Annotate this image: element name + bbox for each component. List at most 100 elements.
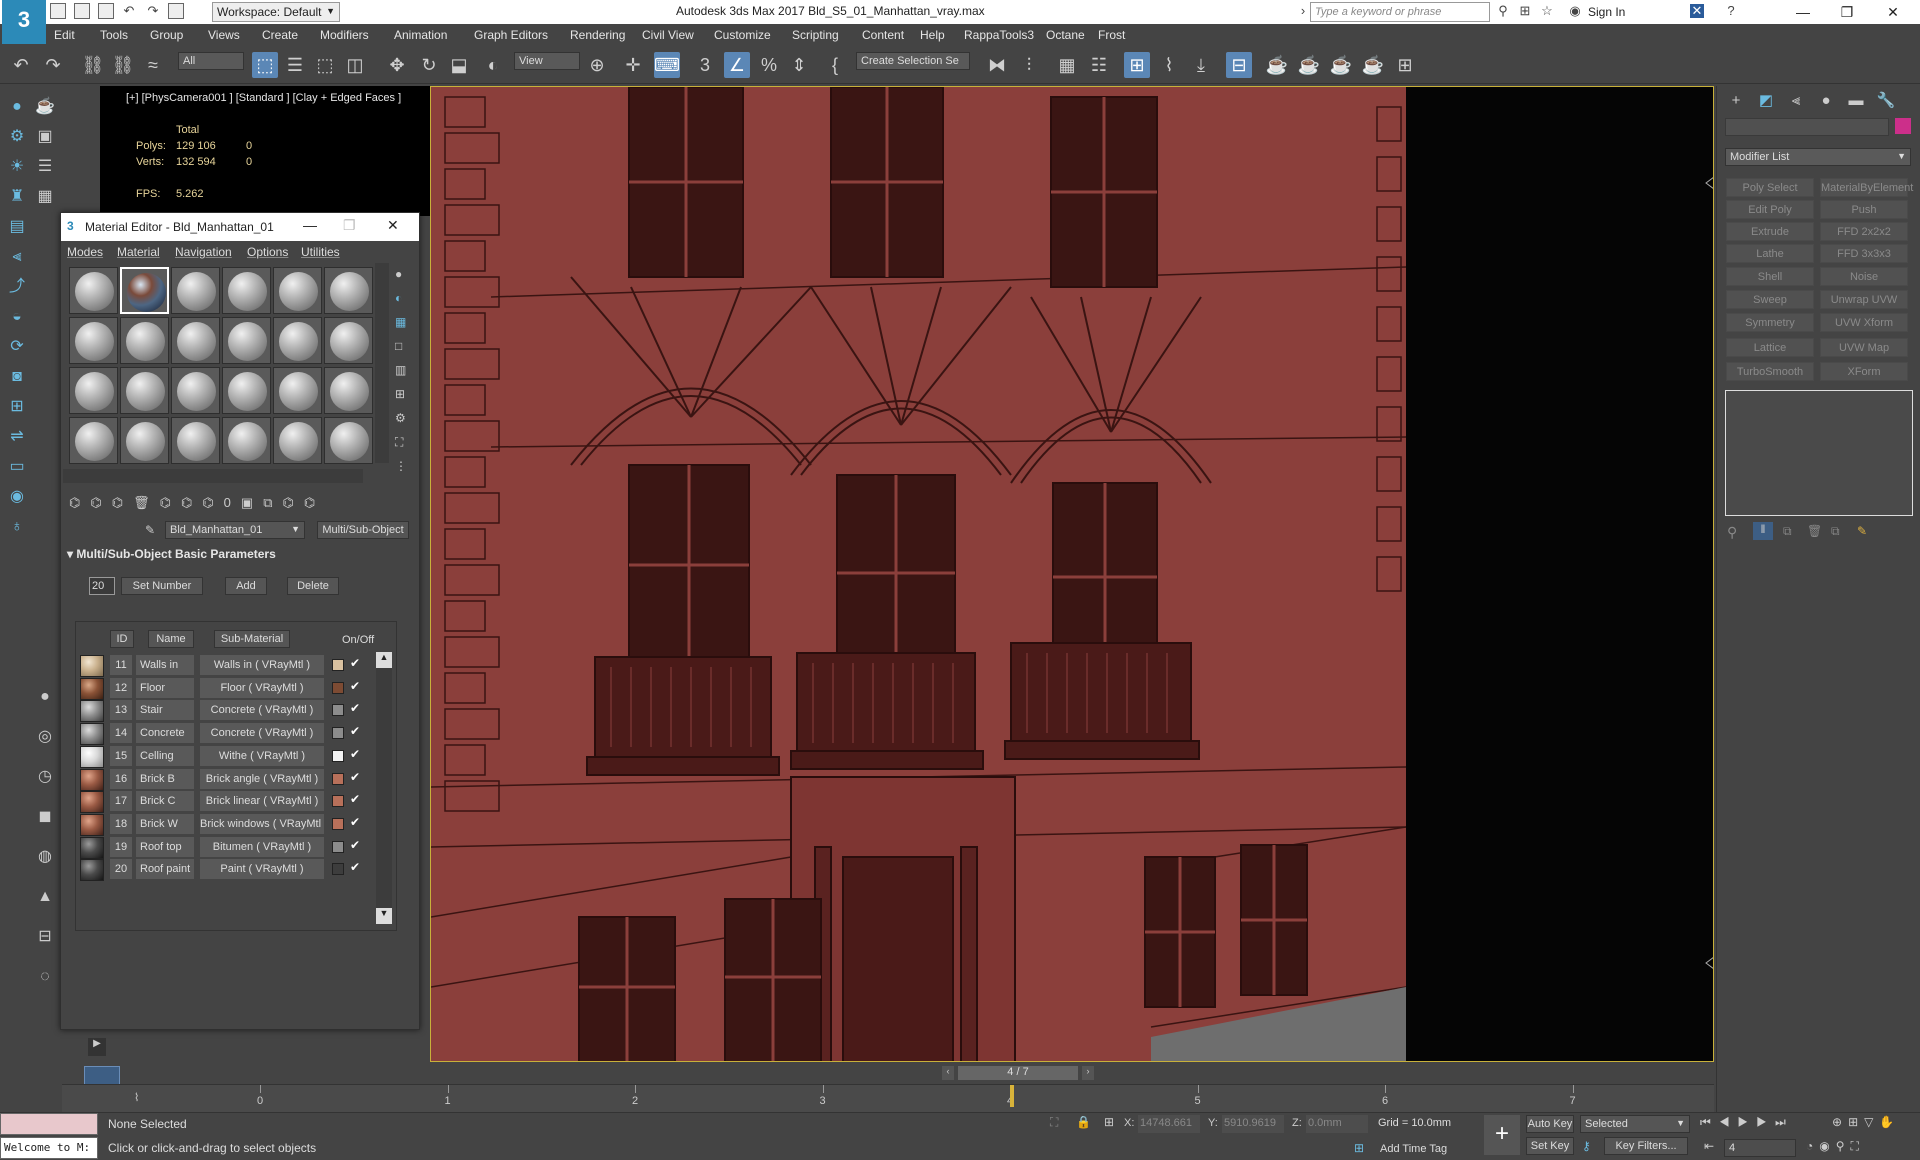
submaterial-id[interactable]: 19	[110, 836, 132, 857]
material-sample-slot[interactable]	[69, 317, 118, 364]
named-selection-set-dropdown[interactable]: Create Selection Se	[856, 52, 970, 70]
curve-editor-icon[interactable]: ⊞	[1124, 52, 1150, 78]
go-to-start-icon[interactable]: ⏮	[1700, 1115, 1719, 1129]
submaterial-on-checkbox[interactable]: ✔	[350, 792, 360, 806]
submaterial-button[interactable]: Withe ( VRayMtl )	[200, 745, 324, 766]
key-icon[interactable]: ⚷	[1582, 1139, 1591, 1153]
copy-material-icon[interactable]: ⌬	[160, 495, 181, 510]
zoom-icon[interactable]: ⊕	[1832, 1115, 1848, 1129]
material-editor-icon[interactable]: ⤓	[1188, 52, 1214, 78]
cone-icon[interactable]: ▲	[34, 886, 56, 908]
modifier-button[interactable]: Symmetry	[1726, 313, 1814, 332]
material-sample-slot[interactable]	[69, 267, 118, 314]
submaterial-button[interactable]: Concrete ( VRayMtl )	[200, 723, 324, 744]
material-map-navigator-icon[interactable]: ⋮	[395, 459, 407, 473]
submaterial-on-checkbox[interactable]: ✔	[350, 679, 360, 693]
submaterial-name[interactable]: Brick B	[136, 768, 194, 789]
window-crossing-icon[interactable]: ◫	[342, 52, 368, 78]
configure-sets-icon[interactable]: ⧉	[1831, 524, 1840, 539]
field-of-view-icon[interactable]: ▽	[1864, 1115, 1879, 1129]
submaterial-id[interactable]: 14	[110, 723, 132, 744]
zoom-all-icon[interactable]: ⊞	[1848, 1115, 1864, 1129]
lights-icon[interactable]: ☀	[6, 156, 28, 178]
menu-octane[interactable]: Octane	[1046, 28, 1085, 42]
edit-named-selection-icon[interactable]: {	[822, 52, 848, 78]
modifier-button[interactable]: Lattice	[1726, 338, 1814, 357]
render-activeshade-icon[interactable]: ☕	[1360, 52, 1386, 78]
unlink-icon[interactable]: ⛓	[110, 52, 136, 78]
teapot-icon[interactable]: ☕	[34, 96, 56, 118]
pan-icon[interactable]: ✋	[1879, 1115, 1900, 1129]
undo-icon[interactable]: ↶	[122, 4, 136, 18]
menu-civil-view[interactable]: Civil View	[642, 28, 694, 42]
submaterial-name[interactable]: Brick C	[136, 791, 194, 812]
material-sample-slot[interactable]	[222, 267, 271, 314]
restore-button[interactable]: ❐	[1832, 2, 1862, 22]
submaterial-id[interactable]: 13	[110, 700, 132, 721]
modifier-button[interactable]: Extrude	[1726, 222, 1814, 241]
scroll-down-icon[interactable]: ▼	[376, 908, 392, 924]
material-sample-slot[interactable]	[273, 267, 322, 314]
modifier-stack-list[interactable]	[1725, 390, 1913, 516]
help-search-input[interactable]: Type a keyword or phrase	[1310, 2, 1490, 22]
material-sample-slot[interactable]	[324, 417, 373, 464]
submaterial-button[interactable]: Brick linear ( VRayMtl )	[200, 791, 324, 812]
save-file-icon[interactable]	[98, 3, 114, 19]
pin-stack-icon[interactable]: ⚲	[1727, 524, 1737, 541]
menu-frost[interactable]: Frost	[1098, 28, 1125, 42]
material-sample-slot[interactable]	[273, 417, 322, 464]
menu-options[interactable]: Options	[247, 245, 288, 259]
display-icon[interactable]: ◒	[6, 306, 28, 328]
close-button[interactable]: ✕	[1878, 2, 1908, 22]
menu-views[interactable]: Views	[208, 28, 240, 42]
options-icon[interactable]: ⚙	[395, 411, 406, 425]
helpers-icon[interactable]: ♜	[6, 186, 28, 208]
menu-utilities[interactable]: Utilities	[301, 245, 340, 259]
backlight-icon[interactable]: ◐	[395, 291, 402, 305]
orbit-icon[interactable]: ◉	[1819, 1139, 1835, 1153]
modify-icon[interactable]: ▤	[6, 216, 28, 238]
render-setup-icon[interactable]: ⊟	[1226, 52, 1252, 78]
submaterial-button[interactable]: Walls in ( VRayMtl )	[200, 655, 324, 675]
submaterial-preview-swatch[interactable]	[80, 768, 104, 791]
x-coordinate-field[interactable]: 14748.661	[1138, 1115, 1200, 1133]
play-animation-icon[interactable]: ▶	[1738, 1115, 1757, 1129]
motion-icon[interactable]: ⤴	[6, 276, 28, 298]
show-shaded-icon[interactable]: ▣	[241, 495, 263, 510]
submaterial-color-swatch[interactable]	[332, 817, 344, 830]
sort-by-submaterial-button[interactable]: Sub-Material	[214, 630, 290, 648]
menu-rendering[interactable]: Rendering	[570, 28, 625, 42]
menu-material[interactable]: Material	[117, 245, 160, 259]
app-logo-icon[interactable]: 3	[2, 0, 46, 44]
play-icon[interactable]: ▶	[88, 1038, 106, 1056]
light-bulb-icon[interactable]: ♁	[6, 516, 28, 538]
material-id-channel-icon[interactable]: 0	[224, 495, 241, 510]
submaterial-color-swatch[interactable]	[332, 659, 344, 671]
menu-edit[interactable]: Edit	[54, 28, 75, 42]
submaterial-button[interactable]: Floor ( VRayMtl )	[200, 677, 324, 698]
eye-icon[interactable]: ◉	[6, 486, 28, 508]
make-unique-icon[interactable]: ⌬	[181, 495, 202, 510]
rectangular-selection-icon[interactable]: ⬚	[312, 52, 338, 78]
schematic-view-icon[interactable]: ⌇	[1156, 52, 1182, 78]
add-button[interactable]: Add	[225, 577, 267, 595]
submaterial-button[interactable]: Brick angle ( VRayMtl )	[200, 768, 324, 789]
clock-icon[interactable]: ◷	[34, 766, 56, 788]
align-icon[interactable]: ⫶	[1016, 52, 1042, 78]
hierarchy-tab-icon[interactable]: ⫷	[1783, 90, 1809, 112]
menu-group[interactable]: Group	[150, 28, 183, 42]
menu-graph-editors[interactable]: Graph Editors	[474, 28, 548, 42]
material-sample-slot[interactable]	[69, 417, 118, 464]
material-sample-slot[interactable]	[120, 267, 169, 314]
submaterial-on-checkbox[interactable]: ✔	[350, 860, 360, 874]
utilities-tab-icon[interactable]: 🔧	[1873, 90, 1899, 112]
delete-button[interactable]: Delete	[287, 577, 339, 595]
menu-customize[interactable]: Customize	[714, 28, 771, 42]
place-icon[interactable]: ◐	[480, 52, 506, 78]
modifier-list-dropdown[interactable]: Modifier List ▼	[1725, 148, 1911, 166]
lock-icon[interactable]: 🔒	[1076, 1115, 1091, 1129]
submaterial-id[interactable]: 18	[110, 813, 132, 834]
next-frame-icon[interactable]: ›	[1082, 1066, 1094, 1080]
modifier-button[interactable]: UVW Xform	[1820, 313, 1908, 332]
chevron-right-icon[interactable]: ›	[1296, 4, 1310, 18]
